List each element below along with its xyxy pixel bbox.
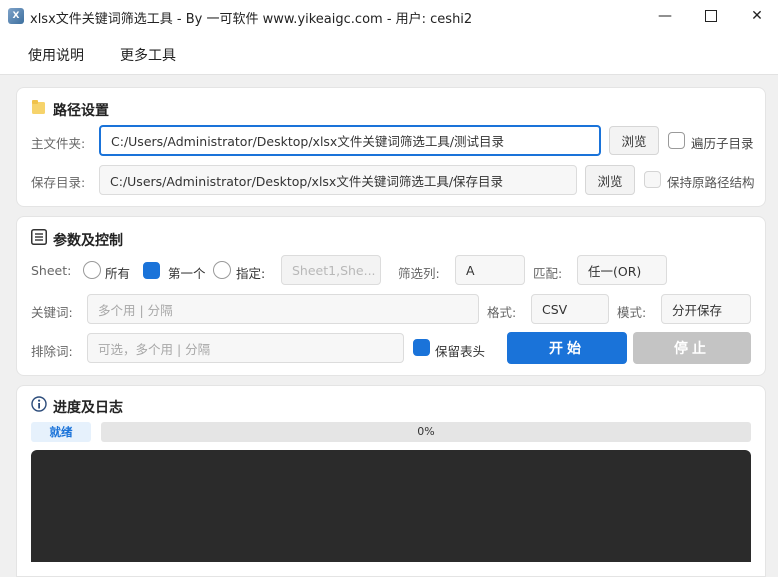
- maximize-button[interactable]: [688, 0, 734, 32]
- maximize-icon: [705, 10, 717, 22]
- sheet-first-radio[interactable]: [143, 262, 160, 279]
- path-settings-title: 路径设置: [53, 103, 109, 119]
- traverse-subdirs-checkbox[interactable]: [668, 132, 685, 149]
- filter-column-label: 筛选列:: [398, 266, 440, 281]
- sheet-specify-input[interactable]: Sheet1,She...: [281, 255, 381, 285]
- match-select[interactable]: 任一(OR): [577, 255, 667, 285]
- filter-column-input[interactable]: A: [455, 255, 525, 285]
- path-settings-card: 路径设置 主文件夹: C:/Users/Administrator/Deskto…: [16, 87, 766, 207]
- minimize-button[interactable]: —: [642, 0, 688, 32]
- folder-icon: [32, 100, 45, 114]
- progress-card: 进度及日志 就绪 0%: [16, 385, 766, 577]
- exclude-label: 排除词:: [31, 344, 73, 359]
- window-title: xlsx文件关键词筛选工具 - By 一可软件 www.yikeaigc.com…: [30, 12, 473, 27]
- save-dir-label: 保存目录:: [31, 175, 86, 190]
- save-dir-input[interactable]: C:/Users/Administrator/Desktop/xlsx文件关键词…: [99, 165, 577, 195]
- format-select[interactable]: CSV: [531, 294, 609, 324]
- sheet-specify-radio[interactable]: [213, 261, 231, 279]
- status-badge: 就绪: [31, 422, 91, 442]
- close-button[interactable]: ✕: [734, 0, 778, 32]
- sheet-first-label: 第一个: [168, 266, 206, 281]
- mode-select[interactable]: 分开保存: [661, 294, 751, 324]
- keep-structure-checkbox[interactable]: [644, 171, 661, 188]
- params-card: 参数及控制 Sheet: 所有 第一个 指定: Sheet1,She... 筛选…: [16, 216, 766, 376]
- keep-header-label: 保留表头: [435, 344, 486, 359]
- keywords-input[interactable]: 多个用 | 分隔: [87, 294, 479, 324]
- mode-label: 模式:: [617, 305, 647, 320]
- menu-bar: 使用说明 更多工具: [0, 32, 778, 75]
- browse-save-dir-button[interactable]: 浏览: [585, 165, 635, 195]
- keep-header-checkbox[interactable]: [413, 339, 430, 356]
- main-folder-label: 主文件夹:: [31, 136, 86, 151]
- list-icon: [31, 229, 47, 245]
- keywords-label: 关键词:: [31, 305, 73, 320]
- progress-percent: 0%: [417, 425, 435, 438]
- info-icon: [31, 396, 47, 412]
- main-folder-input[interactable]: C:/Users/Administrator/Desktop/xlsx文件关键词…: [99, 125, 601, 156]
- sheet-label: Sheet:: [31, 263, 72, 278]
- start-button[interactable]: 开始: [507, 332, 627, 364]
- match-label: 匹配:: [533, 266, 563, 281]
- keep-structure-label: 保持原路径结构: [667, 175, 755, 190]
- sheet-specify-label: 指定:: [236, 266, 266, 281]
- log-area[interactable]: [31, 450, 751, 562]
- progress-bar: 0%: [101, 422, 751, 442]
- title-bar: X xlsx文件关键词筛选工具 - By 一可软件 www.yikeaigc.c…: [0, 0, 778, 32]
- app-icon: X: [8, 8, 24, 24]
- sheet-all-label: 所有: [105, 266, 131, 281]
- format-label: 格式:: [487, 305, 517, 320]
- browse-main-folder-button[interactable]: 浏览: [609, 126, 659, 155]
- stop-button[interactable]: 停止: [633, 332, 751, 364]
- menu-item-more-tools[interactable]: 更多工具: [120, 45, 176, 65]
- params-title: 参数及控制: [53, 233, 123, 249]
- exclude-input[interactable]: 可选，多个用 | 分隔: [87, 333, 404, 363]
- sheet-all-radio[interactable]: [83, 261, 101, 279]
- traverse-subdirs-label: 遍历子目录: [691, 136, 754, 151]
- progress-title: 进度及日志: [53, 400, 123, 416]
- menu-item-usage[interactable]: 使用说明: [28, 45, 84, 65]
